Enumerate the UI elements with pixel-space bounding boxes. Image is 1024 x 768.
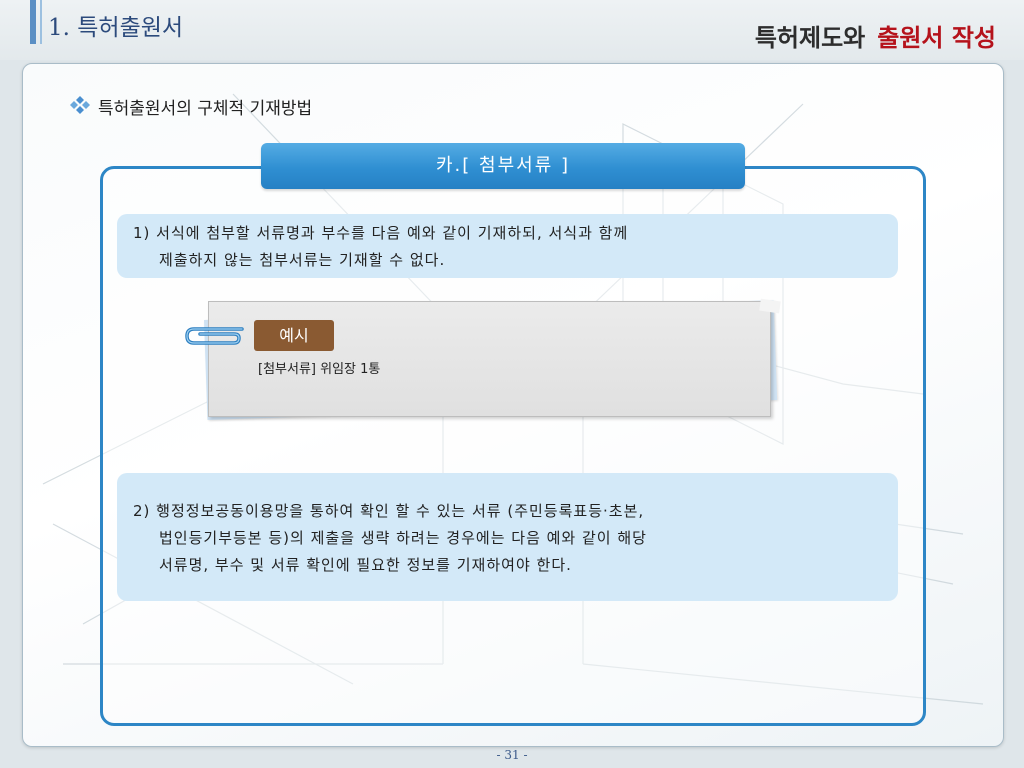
- info-1-line-2: 제출하지 않는 첨부서류는 기재할 수 없다.: [159, 251, 446, 269]
- presentation-title-part1: 특허제도와: [754, 24, 866, 52]
- subtitle-row: 특허출원서의 구체적 기재방법: [68, 94, 312, 119]
- presentation-title-part2: 출원서 작성: [877, 24, 996, 52]
- info-1-line-1: 1) 서식에 첨부할 서류명과 부수를 다음 예와 같이 기재하되, 서식과 함…: [133, 224, 629, 242]
- info-box-2: 2) 행정정보공동이용망을 통하여 확인 할 수 있는 서류 (주민등록표등·초…: [117, 473, 898, 601]
- header-accent-line: [40, 0, 42, 44]
- page-number: - 31 -: [496, 748, 528, 762]
- info-2-line-1: 2) 행정정보공동이용망을 통하여 확인 할 수 있는 서류 (주민등록표등·초…: [133, 502, 645, 520]
- info-box-1: 1) 서식에 첨부할 서류명과 부수를 다음 예와 같이 기재하되, 서식과 함…: [117, 214, 898, 278]
- section-title: 1. 특허출원서: [48, 15, 184, 41]
- attachment-section-title: 카.[ 첨부서류 ]: [261, 143, 745, 189]
- subtitle: 특허출원서의 구체적 기재방법: [98, 99, 313, 119]
- example-text: [첨부서류] 위임장 1통: [258, 362, 381, 377]
- diamond-bullet-icon: [68, 95, 92, 119]
- example-badge: 예시: [254, 320, 334, 351]
- example-card-fold: [759, 298, 781, 314]
- info-2-line-2: 법인등기부등본 등)의 제출을 생략 하려는 경우에는 다음 예와 같이 해당: [159, 529, 647, 547]
- presentation-title: 특허제도와 출원서 작성: [755, 18, 996, 53]
- paperclip-icon: [184, 321, 246, 355]
- header-accent-bar: [30, 0, 36, 44]
- info-2-line-3: 서류명, 부수 및 서류 확인에 필요한 정보를 기재하여야 한다.: [159, 556, 572, 574]
